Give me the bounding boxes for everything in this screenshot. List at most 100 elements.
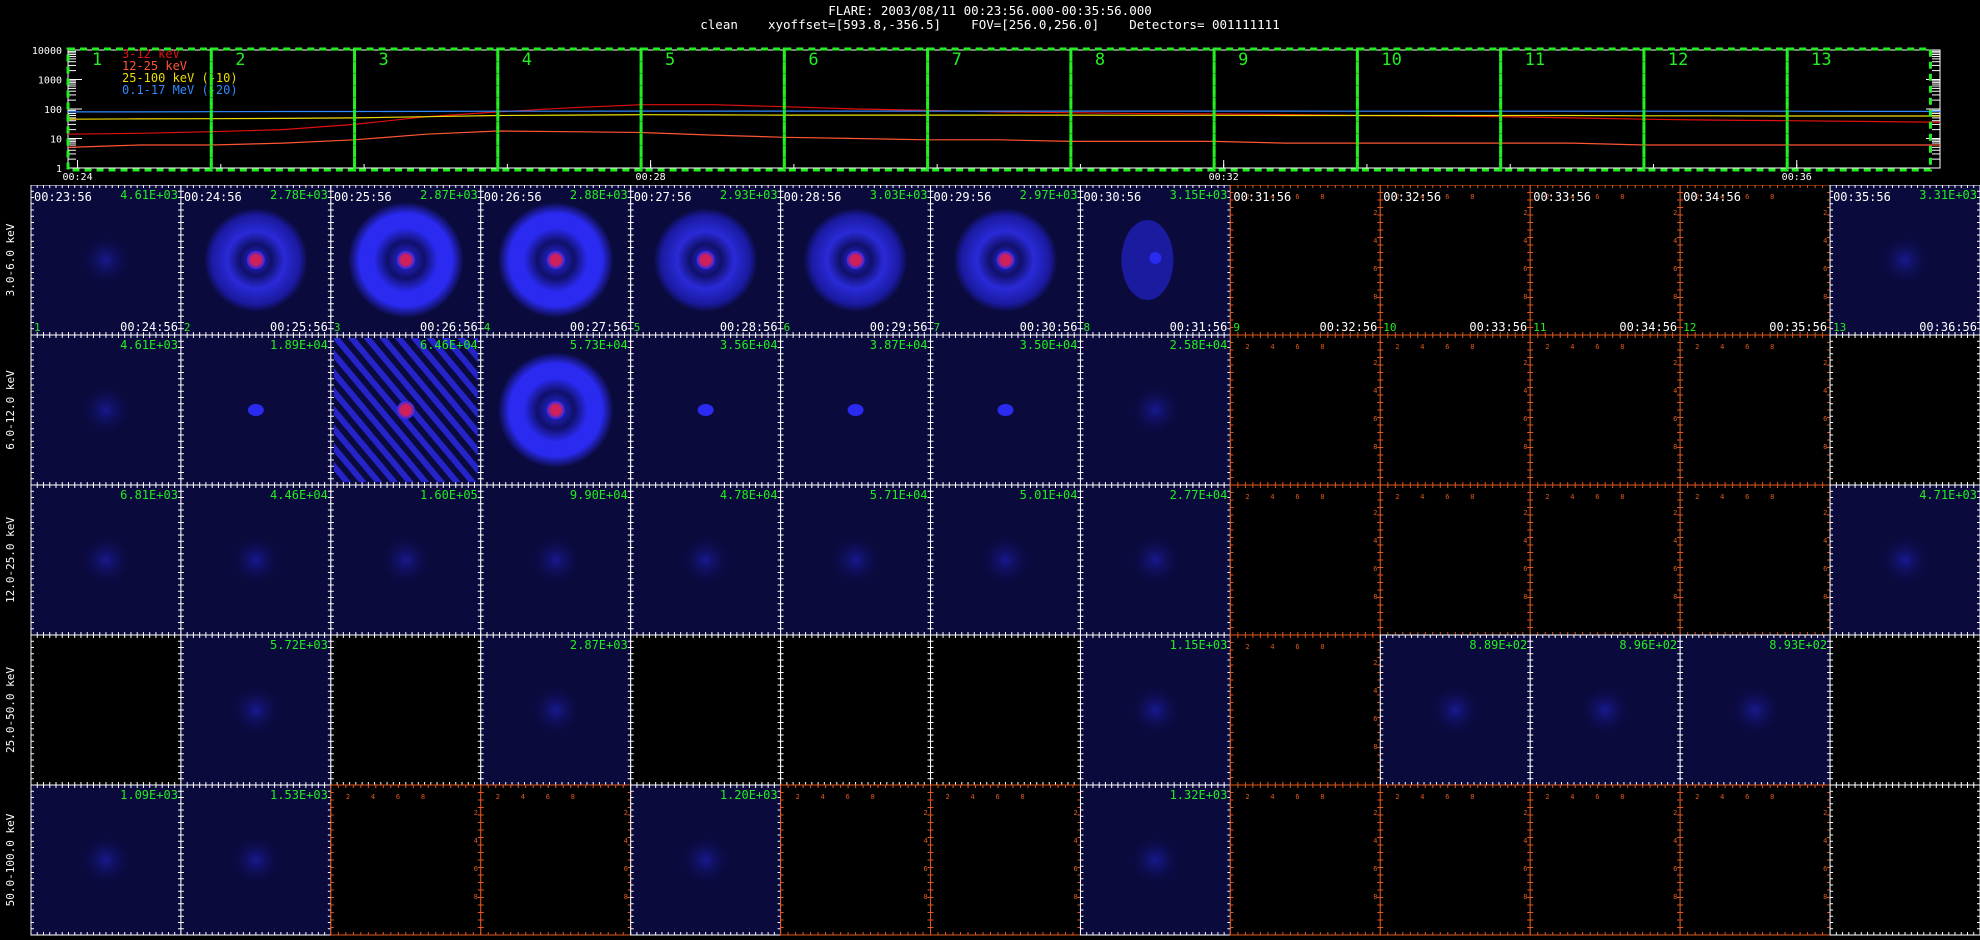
empty-axis-label: 8	[1673, 593, 1677, 601]
interval-number: 1	[34, 321, 41, 334]
image-cell: 2 2 4 4 6 6 8 8	[1529, 334, 1681, 486]
image-cell: 2 2 4 4 6 6 8 8	[1379, 484, 1531, 636]
energy-band-label: 6.0-12.0 keV	[4, 370, 17, 450]
interval-box	[1642, 47, 1789, 172]
empty-axis-label: 2	[1695, 493, 1699, 501]
interval-number: 5	[634, 321, 641, 334]
source-core	[546, 251, 565, 269]
interval-box	[209, 47, 357, 172]
interval-box	[1069, 47, 1216, 172]
interval-box	[1785, 47, 1932, 172]
image-background	[630, 635, 781, 785]
interval-number: 8	[1083, 321, 1090, 334]
faint-emission	[1127, 532, 1184, 588]
image-cell: 3.03E+03 00:28:56 00:29:56 6	[780, 185, 932, 336]
image-cell: 2.78E+03 00:24:56 00:25:56 2	[180, 185, 332, 336]
empty-axis-label: 8	[1470, 343, 1474, 351]
interval-label: 12	[1668, 50, 1688, 70]
peak-value-label: 2.88E+03	[570, 188, 628, 202]
source-core	[696, 251, 715, 269]
interval-end-time: 00:31:56	[1170, 320, 1228, 334]
image-background	[1830, 335, 1980, 485]
image-background	[330, 635, 481, 785]
empty-axis-label: 8	[1620, 493, 1624, 501]
image-cell: 2244668800:34:5600:35:5612	[1679, 185, 1831, 336]
empty-axis-label: 4	[1373, 387, 1377, 395]
interval-number: 2	[184, 321, 191, 334]
empty-axis-label: 6	[1823, 265, 1827, 273]
source-blob-core	[1149, 252, 1162, 264]
peak-value-label: 4.78E+04	[720, 488, 778, 502]
plot-header: FLARE: 2003/08/11 00:23:56.000-00:35:56.…	[0, 4, 1980, 32]
faint-emission	[1127, 382, 1184, 438]
empty-axis-label: 8	[1673, 293, 1677, 301]
interval-box	[639, 47, 786, 172]
empty-axis-label: 6	[1595, 343, 1599, 351]
empty-axis-label: 6	[1373, 415, 1377, 423]
empty-axis-label: 4	[1420, 343, 1424, 351]
interval-label: 8	[1095, 50, 1105, 70]
peak-value-label: 3.56E+04	[720, 338, 778, 352]
interval-end-time: 00:36:56	[1919, 320, 1977, 334]
empty-axis-label: 4	[1570, 493, 1574, 501]
empty-axis-label: 6	[1445, 493, 1449, 501]
source-core	[246, 251, 265, 269]
peak-value-label: 4.46E+04	[270, 488, 328, 502]
empty-axis-label: 2	[1673, 359, 1677, 367]
faint-emission	[977, 532, 1034, 588]
empty-axis-label: 4	[1823, 537, 1827, 545]
peak-value-label: 4.61E+03	[120, 188, 178, 202]
peak-value-label: 5.01E+04	[1020, 488, 1078, 502]
image-cell: 1.60E+05	[330, 484, 482, 636]
empty-axis-label: 8	[1620, 193, 1624, 201]
interval-number: 7	[934, 321, 941, 334]
interval-end-time: 00:32:56	[1320, 320, 1378, 334]
interval-end-time: 00:24:56	[120, 320, 178, 334]
empty-axis-label: 2	[1523, 209, 1527, 217]
image-cell: 5.71E+04	[780, 484, 932, 636]
image-cell: 5.72E+03	[180, 634, 332, 786]
interval-number: 6	[784, 321, 791, 334]
empty-axis-label: 2	[1673, 509, 1677, 517]
empty-axis-label: 6	[1373, 265, 1377, 273]
interval-start-time: 00:30:56	[1083, 190, 1141, 204]
empty-axis-label: 2	[1545, 343, 1549, 351]
interval-start-time: 00:27:56	[634, 190, 692, 204]
image-parameters: clean xyoffset=[593.8,-356.5] FOV=[256.0…	[700, 17, 1280, 32]
peak-value-label: 2.93E+03	[720, 188, 778, 202]
empty-axis-label: 4	[1823, 237, 1827, 245]
image-cell: 5.73E+04	[480, 334, 632, 486]
empty-axis-label: 6	[1295, 193, 1299, 201]
interval-start-time: 00:23:56	[34, 190, 92, 204]
image-cell: 5.01E+04	[930, 484, 1081, 636]
empty-axis-label: 8	[1620, 343, 1624, 351]
peak-value-label: 3.50E+04	[1020, 338, 1078, 352]
interval-label: 2	[235, 50, 245, 70]
interval-label: 6	[808, 50, 818, 70]
empty-axis-label: 2	[1673, 209, 1677, 217]
empty-cell-frame	[1529, 185, 1681, 336]
empty-cell-frame	[1379, 185, 1531, 336]
image-background	[31, 635, 181, 785]
empty-axis-label: 2	[1245, 493, 1249, 501]
faint-emission	[77, 232, 134, 288]
x-tick-label: 00:32	[1209, 172, 1239, 182]
image-cell: 2 2 4 4 6 6 8 8	[1529, 484, 1681, 636]
empty-axis-label: 8	[1823, 443, 1827, 451]
interval-label: 9	[1238, 50, 1248, 70]
image-cell: 4.71E+03	[1829, 484, 1980, 636]
image-cell: 6.81E+03	[30, 484, 182, 636]
empty-axis-label: 2	[1245, 343, 1249, 351]
peak-value-label: 2.78E+03	[270, 188, 328, 202]
peak-value-label: 2.77E+04	[1170, 488, 1228, 502]
peak-value-label: 1.89E+04	[270, 338, 328, 352]
image-cell: 1.15E+03	[1079, 634, 1231, 786]
flare-title: FLARE: 2003/08/11 00:23:56.000-00:35:56.…	[828, 3, 1152, 18]
interval-number: 9	[1233, 321, 1240, 334]
interval-start-time: 00:34:56	[1683, 190, 1741, 204]
empty-axis-label: 6	[1595, 193, 1599, 201]
image-cell: 4.61E+03 00:23:56 00:24:56 1	[30, 185, 182, 336]
empty-axis-label: 6	[1595, 493, 1599, 501]
empty-cell-frame	[1229, 484, 1381, 636]
lc-frame	[67, 49, 1941, 169]
